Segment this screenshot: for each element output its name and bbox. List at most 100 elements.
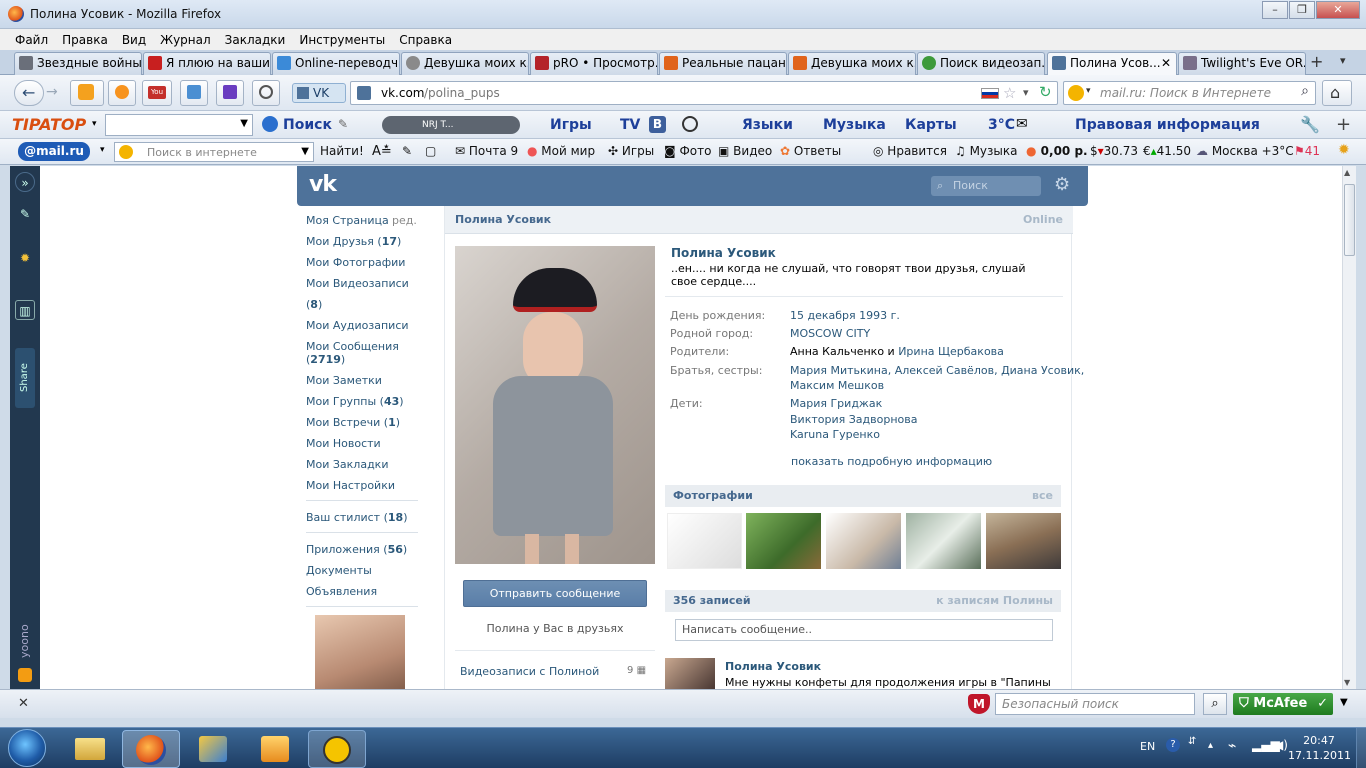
new-tab-button[interactable]: + bbox=[1310, 52, 1323, 71]
menu-tools[interactable]: Инструменты bbox=[292, 33, 392, 47]
reload-icon[interactable]: ↻ bbox=[1039, 83, 1052, 101]
text-format-icon[interactable]: A≛ bbox=[372, 144, 392, 159]
menu-edit[interactable]: Правка bbox=[55, 33, 115, 47]
nav-apps[interactable]: Приложения (56) bbox=[306, 539, 422, 560]
add-icon[interactable]: + bbox=[1336, 114, 1351, 135]
myworld-link[interactable]: ● Мой мир bbox=[527, 144, 595, 158]
highlight-icon[interactable]: ✎ bbox=[338, 117, 348, 131]
photos-title[interactable]: Фотографии bbox=[673, 489, 753, 502]
tab-3[interactable]: Online-переводч... bbox=[272, 52, 400, 75]
photos-all-link[interactable]: все bbox=[1032, 485, 1053, 507]
search-magnifier-icon[interactable]: ⌕ bbox=[1301, 83, 1309, 99]
highlighter-icon[interactable]: ✎ bbox=[402, 144, 412, 158]
games-menu[interactable]: Игры bbox=[550, 117, 592, 133]
mail-link[interactable]: ✉ Почта 9 bbox=[455, 144, 518, 158]
tools-icon[interactable]: ✎ bbox=[15, 204, 35, 224]
siblings-links[interactable]: Мария Митькина, Алексей Савёлов, Диана У… bbox=[790, 363, 1084, 378]
tab-1[interactable]: Звездные войны... bbox=[14, 52, 142, 75]
safe-search-input[interactable]: Безопасный поиск bbox=[995, 693, 1195, 715]
profile-status[interactable]: ..ен.... ни когда не слушай, что говорят… bbox=[671, 262, 1041, 288]
power-icon[interactable]: ⌁ bbox=[1228, 738, 1236, 754]
wrench-icon[interactable]: 🔧 bbox=[1300, 115, 1320, 134]
taskbar-torrent[interactable] bbox=[308, 730, 366, 768]
maps-menu[interactable]: Карты bbox=[905, 117, 957, 133]
tab-2[interactable]: Я плюю на ваши... bbox=[143, 52, 271, 75]
photo-thumbnail[interactable] bbox=[906, 513, 981, 569]
addon-button[interactable] bbox=[70, 80, 104, 106]
nav-photos[interactable]: Мои Фотографии bbox=[306, 252, 422, 273]
volume-icon[interactable]: ◀) bbox=[1274, 738, 1288, 752]
photo-thumbnail[interactable] bbox=[667, 513, 742, 569]
menu-help[interactable]: Справка bbox=[392, 33, 459, 47]
tab-10[interactable]: Twilight's Eve OR... bbox=[1178, 52, 1306, 75]
nav-docs[interactable]: Документы bbox=[306, 560, 422, 581]
tab-5[interactable]: pRO • Просмотр... bbox=[530, 52, 658, 75]
tab-9-active[interactable]: Полина Усов... ✕ bbox=[1047, 52, 1177, 76]
scroll-up-icon[interactable]: ▲ bbox=[1344, 168, 1350, 177]
nav-messages[interactable]: Мои Сообщения (2719) bbox=[306, 336, 422, 370]
find-button[interactable]: Найти! bbox=[320, 144, 364, 158]
mail-icon[interactable]: ✉ bbox=[1016, 116, 1028, 132]
tab-8[interactable]: Поиск видеозап... bbox=[917, 52, 1045, 75]
mcafee-dropdown-icon[interactable]: ▼ bbox=[1340, 697, 1348, 708]
child-link[interactable]: Мария Гриджак bbox=[790, 396, 882, 411]
share-button[interactable]: Share bbox=[15, 348, 35, 408]
profile-photo[interactable] bbox=[455, 246, 655, 564]
post-avatar[interactable] bbox=[665, 658, 715, 689]
menu-history[interactable]: Журнал bbox=[153, 33, 218, 47]
taskbar-firefox[interactable] bbox=[122, 730, 180, 768]
notifications-count[interactable]: ⚑41 bbox=[1294, 144, 1320, 158]
youtube-button[interactable]: You bbox=[142, 80, 172, 106]
nav-groups[interactable]: Мои Группы (43) bbox=[306, 391, 422, 412]
vk-search-input[interactable]: ⌕ Поиск bbox=[931, 176, 1041, 196]
nav-events[interactable]: Мои Встречи (1) bbox=[306, 412, 422, 433]
menu-file[interactable]: Файл bbox=[8, 33, 55, 47]
forward-button[interactable]: → bbox=[46, 84, 58, 100]
search-box[interactable]: ▾ mail.ru: Поиск в Интернете ⌕ bbox=[1063, 81, 1316, 105]
url-bar[interactable]: vk.com /polina_pups ☆ ▾ ↻ bbox=[350, 81, 1058, 105]
videos-with-link[interactable]: Видеозаписи с Полиной bbox=[460, 665, 599, 678]
system-clock[interactable]: 20:47 17.11.2011 bbox=[1288, 733, 1351, 763]
music-link[interactable]: ♫ Музыка bbox=[955, 144, 1018, 158]
wall-post-input[interactable]: Написать сообщение.. bbox=[675, 619, 1053, 641]
tab-4[interactable]: Девушка моих к... bbox=[401, 52, 529, 75]
wall-link[interactable]: к записям Полины bbox=[936, 590, 1053, 612]
star-icon[interactable]: ✹ bbox=[15, 248, 35, 268]
show-more-info-link[interactable]: показать подробную информацию bbox=[791, 454, 992, 469]
nav-stylist[interactable]: Ваш стилист (18) bbox=[306, 507, 422, 528]
tab-6[interactable]: Реальные пацан... bbox=[659, 52, 787, 75]
site-identity-button[interactable]: VK bbox=[292, 83, 346, 103]
city-value[interactable]: MOSCOW CITY bbox=[790, 326, 870, 341]
like-link[interactable]: ◎ Нравится bbox=[873, 144, 947, 158]
weather-link[interactable]: ☁ Москва +3°C bbox=[1196, 144, 1294, 158]
tv-menu[interactable]: TV bbox=[620, 117, 640, 133]
tipatop-dropdown-icon[interactable]: ▾ bbox=[92, 119, 97, 129]
mailru-search-input[interactable]: Поиск в интернете ▼ bbox=[114, 142, 314, 162]
edit-link[interactable]: ред. bbox=[392, 210, 417, 231]
eur-rate[interactable]: €▴41.50 bbox=[1143, 144, 1191, 158]
tab-7[interactable]: Девушка моих к... bbox=[788, 52, 916, 75]
home-button[interactable]: ⌂ bbox=[1322, 80, 1352, 106]
child-link[interactable]: Karuna Гуренко bbox=[790, 427, 880, 442]
photo-thumbnail[interactable] bbox=[746, 513, 821, 569]
bookmark-star-icon[interactable]: ☆ bbox=[1003, 84, 1016, 102]
safe-search-button[interactable]: ⌕ bbox=[1203, 693, 1227, 715]
vk-logo[interactable]: vk bbox=[309, 172, 337, 197]
games-link[interactable]: ✣ Игры bbox=[608, 144, 654, 158]
menu-view[interactable]: Вид bbox=[115, 33, 153, 47]
scroll-down-icon[interactable]: ▼ bbox=[1344, 678, 1350, 687]
tab-list-button[interactable]: ▾ bbox=[1340, 54, 1346, 67]
tray-expand-icon[interactable]: ▴ bbox=[1208, 740, 1213, 751]
taskbar-explorer[interactable] bbox=[60, 730, 118, 768]
yoono-add-icon[interactable] bbox=[18, 668, 32, 682]
language-indicator[interactable]: EN bbox=[1140, 740, 1155, 753]
help-icon[interactable]: ? bbox=[1166, 738, 1180, 752]
mailru-logo[interactable]: @mail.ru bbox=[18, 142, 90, 161]
photo-thumbnail[interactable] bbox=[986, 513, 1061, 569]
nav-settings[interactable]: Мои Настройки bbox=[306, 475, 422, 496]
tipatop-logo[interactable]: TIPATOP bbox=[12, 115, 86, 134]
columns-icon[interactable]: ▥ bbox=[15, 300, 35, 320]
tipatop-search-input[interactable]: ▼ bbox=[105, 114, 253, 136]
video-link[interactable]: ▣ Видео bbox=[718, 144, 772, 158]
money-balance[interactable]: ● 0,00 р. bbox=[1026, 144, 1088, 158]
